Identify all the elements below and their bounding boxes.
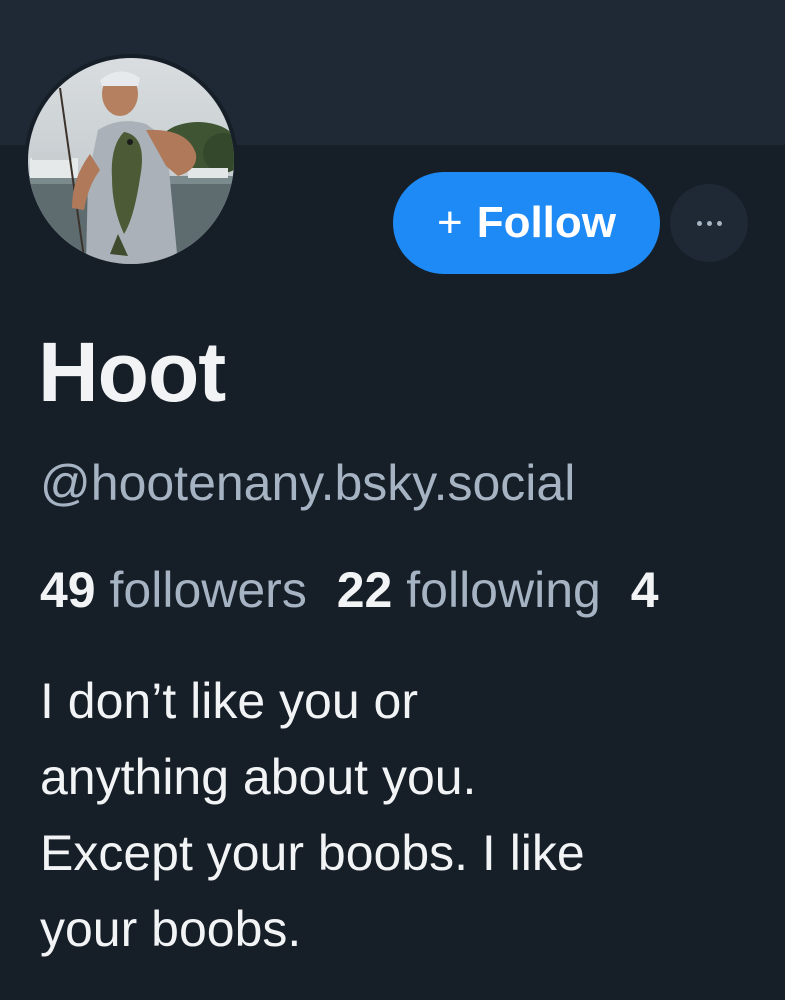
- display-name: Hoot: [38, 325, 226, 419]
- posts-link[interactable]: 4: [631, 562, 659, 618]
- followers-link[interactable]: 49 followers: [40, 562, 307, 618]
- avatar[interactable]: [24, 54, 238, 268]
- avatar-photo: [28, 58, 234, 264]
- profile-bio: I don’t like you or anything about you. …: [40, 673, 585, 957]
- following-count: 22: [336, 562, 393, 618]
- follow-label: Follow: [476, 198, 616, 247]
- plus-icon: +: [436, 198, 463, 247]
- following-link[interactable]: 22 following: [337, 562, 601, 618]
- follow-button[interactable]: + Follow: [393, 172, 660, 274]
- following-label: following: [406, 562, 601, 618]
- ellipsis-icon: [696, 220, 722, 226]
- profile-stats: 49 followers 22 following 4: [40, 555, 785, 625]
- profile-page: + Follow Hoot @hootenany.bsky.social 49 …: [0, 0, 785, 1000]
- profile-handle: @hootenany.bsky.social: [40, 455, 576, 511]
- more-options-button[interactable]: [670, 184, 748, 262]
- followers-label: followers: [109, 562, 307, 618]
- posts-count: 4: [630, 562, 659, 618]
- followers-count: 49: [40, 562, 96, 618]
